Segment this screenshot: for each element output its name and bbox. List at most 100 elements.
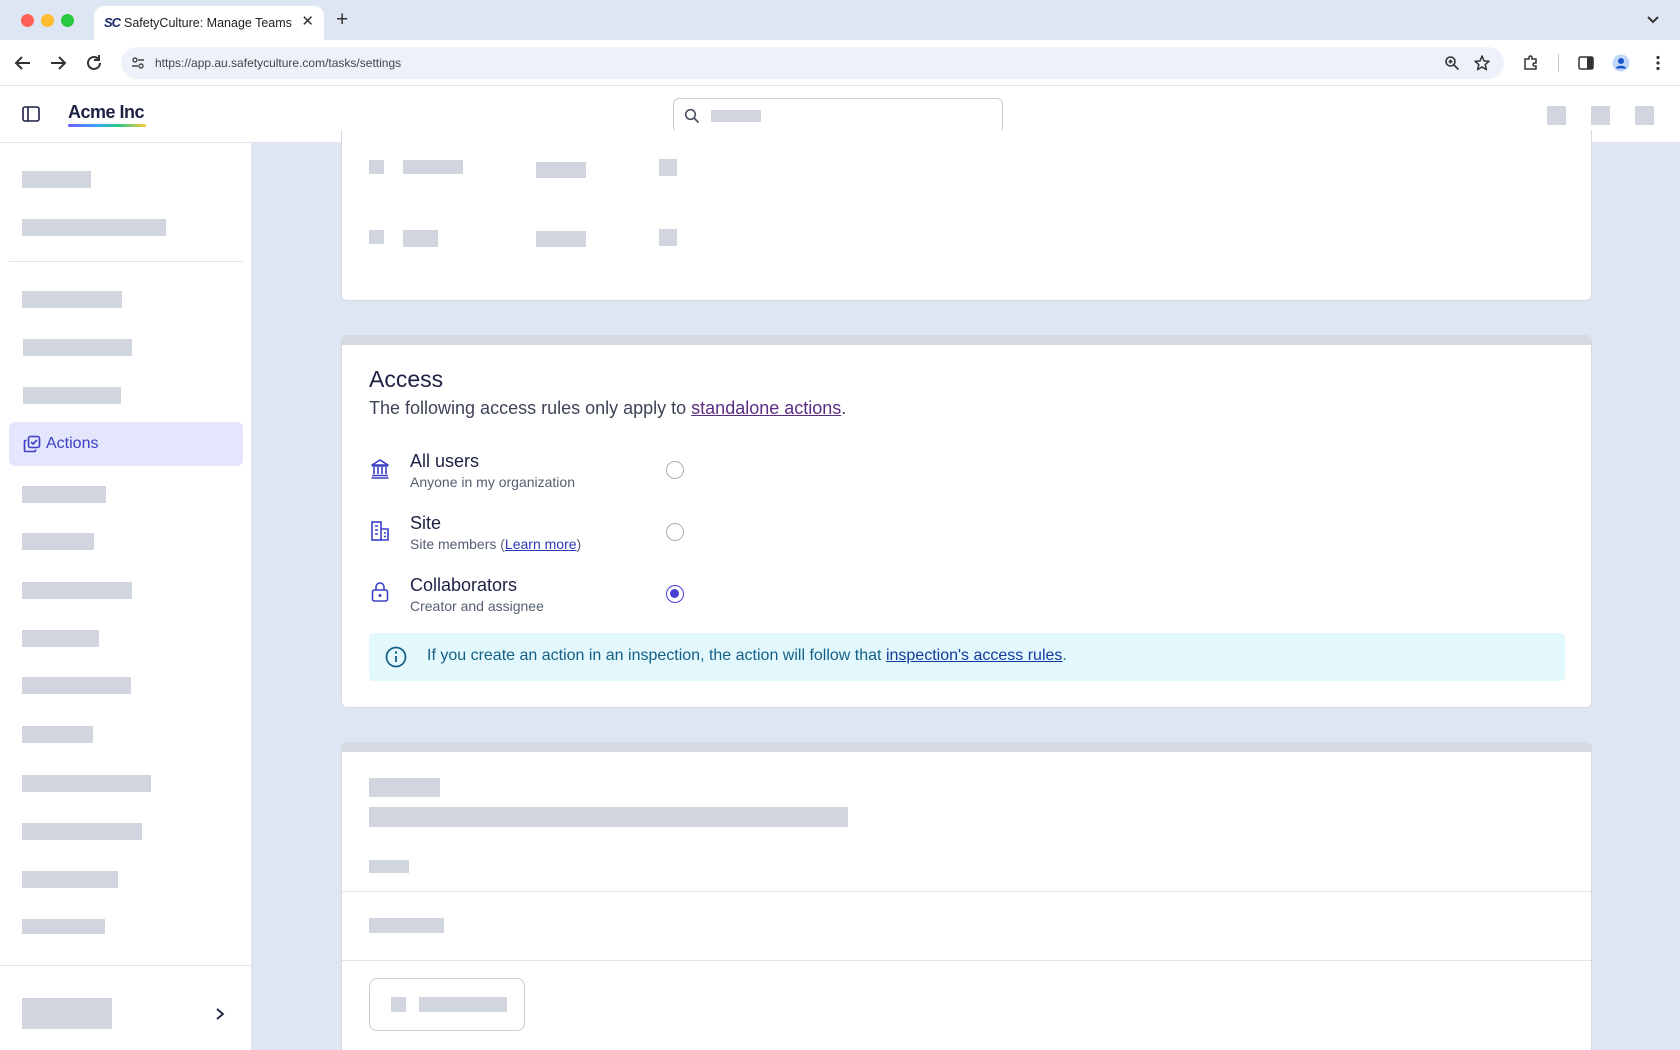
sidebar-skeleton-item[interactable] [23,339,132,356]
collaborators-radio[interactable] [666,585,684,603]
sidebar-bottom-divider [0,965,251,966]
sidebar-skeleton-item [22,219,166,236]
sidebar-account-skeleton[interactable] [22,998,112,1029]
browser-menu-icon[interactable] [1649,54,1667,72]
inspection-access-rules-link[interactable]: inspection's access rules [886,647,1062,664]
row-control-skeleton[interactable] [659,159,677,176]
header-action-skeleton[interactable] [1635,106,1654,125]
sidebar-skeleton-item[interactable] [22,919,105,934]
sidebar-skeleton-item[interactable] [22,677,131,694]
card-row-skeleton [369,918,444,933]
access-subtitle: The following access rules only apply to… [369,398,846,419]
browser-tabstrip: SC SafetyCulture: Manage Teams and... ✕ … [0,0,1680,40]
building-icon [371,521,389,541]
option-collaborators-title: Collaborators [410,575,518,595]
brand-logo[interactable]: Acme Inc [68,102,146,127]
extensions-puzzle-icon[interactable] [1522,54,1540,72]
card-subtitle-skeleton [369,807,848,827]
zoom-icon[interactable] [1444,55,1460,71]
sidebar-item-actions[interactable]: Actions [9,422,243,466]
brand-name: Acme Inc [68,102,145,122]
header-action-skeleton[interactable] [1547,106,1566,125]
tab-close-icon[interactable]: ✕ [301,12,314,30]
brand-underline [68,124,146,127]
chevron-right-icon[interactable] [214,1007,226,1021]
card-action-button[interactable] [369,978,525,1031]
search-icon [684,108,700,124]
access-card: Access The following access rules only a… [341,335,1592,708]
sidebar-toggle-icon[interactable] [22,106,40,122]
tab-title: SafetyCulture: Manage Teams and... [124,16,294,30]
address-bar[interactable]: https://app.au.safetyculture.com/tasks/s… [121,47,1504,79]
actions-icon [23,435,41,453]
info-text: If you create an action in an inspection… [427,647,1067,665]
reload-icon[interactable] [83,52,105,74]
sidebar-skeleton-item[interactable] [22,823,142,840]
all-users-radio[interactable] [666,461,684,479]
minimize-window-button[interactable] [41,14,54,27]
button-icon-skeleton [391,997,406,1012]
search-placeholder-skeleton [711,110,761,122]
card-header-band [342,336,1591,345]
sidebar-skeleton-item[interactable] [22,533,94,550]
side-panel-icon[interactable] [1577,54,1595,72]
settings-card-top [341,130,1592,301]
settings-card-bottom [341,742,1592,1050]
browser-toolbar: https://app.au.safetyculture.com/tasks/s… [0,40,1680,86]
url-text[interactable]: https://app.au.safetyculture.com/tasks/s… [155,56,401,70]
toolbar-separator [1558,54,1559,72]
search-input[interactable] [673,98,1003,133]
info-text-suffix: . [1062,647,1067,664]
profile-avatar-icon[interactable] [1612,54,1630,72]
row-control-skeleton[interactable] [659,229,677,246]
card-title-skeleton [369,778,440,797]
sidebar-divider [9,261,243,262]
option-collaborators-description: Creator and assignee [410,598,544,614]
option-site-title: Site [410,513,442,533]
info-banner: If you create an action in an inspection… [369,633,1565,681]
sidebar-skeleton-item[interactable] [22,582,132,599]
sidebar-item-label: Actions [46,435,99,452]
sidebar: Actions [0,143,252,1050]
site-settings-icon[interactable] [131,56,145,70]
row-icon-skeleton [369,160,384,174]
lock-icon [371,582,389,602]
row-value-skeleton [536,162,586,178]
maximize-window-button[interactable] [61,14,74,27]
new-tab-button[interactable]: + [336,8,348,32]
sidebar-skeleton-item[interactable] [22,726,93,743]
learn-more-link[interactable]: Learn more [505,536,577,552]
info-text-body: If you create an action in an inspection… [427,647,886,664]
row-label-skeleton [403,160,463,174]
row-value-skeleton [536,231,586,247]
browser-tab[interactable]: SC SafetyCulture: Manage Teams and... ✕ [94,6,324,40]
row-label-skeleton [403,230,438,247]
sidebar-skeleton-item[interactable] [22,630,99,647]
close-window-button[interactable] [21,14,34,27]
option-site-description: Site members (Learn more) [410,536,581,552]
option-site-description-suffix: ) [576,536,582,552]
row-icon-skeleton [369,230,384,244]
bookmark-star-icon[interactable] [1473,54,1491,72]
sidebar-skeleton-item[interactable] [22,871,118,888]
button-label-skeleton [419,997,507,1012]
card-label-skeleton [369,860,409,873]
forward-arrow-icon[interactable] [47,52,69,74]
tab-search-chevron-icon[interactable] [1646,12,1660,26]
info-icon [385,646,407,668]
access-subtitle-suffix: . [841,398,847,418]
card-header-band [342,743,1591,752]
sidebar-skeleton-item[interactable] [22,291,122,308]
row-separator [342,891,1591,892]
standalone-actions-link[interactable]: standalone actions [691,398,841,418]
option-all-users-description: Anyone in my organization [410,474,575,490]
back-arrow-icon[interactable] [12,52,34,74]
header-action-skeleton[interactable] [1591,106,1610,125]
access-subtitle-text: The following access rules only apply to [369,398,692,418]
sidebar-skeleton-item[interactable] [23,387,121,404]
site-radio[interactable] [666,523,684,541]
sidebar-skeleton-item[interactable] [22,775,151,792]
bank-icon [371,459,389,479]
sidebar-skeleton-item[interactable] [22,486,106,503]
safetyculture-favicon-icon: SC [104,15,121,30]
